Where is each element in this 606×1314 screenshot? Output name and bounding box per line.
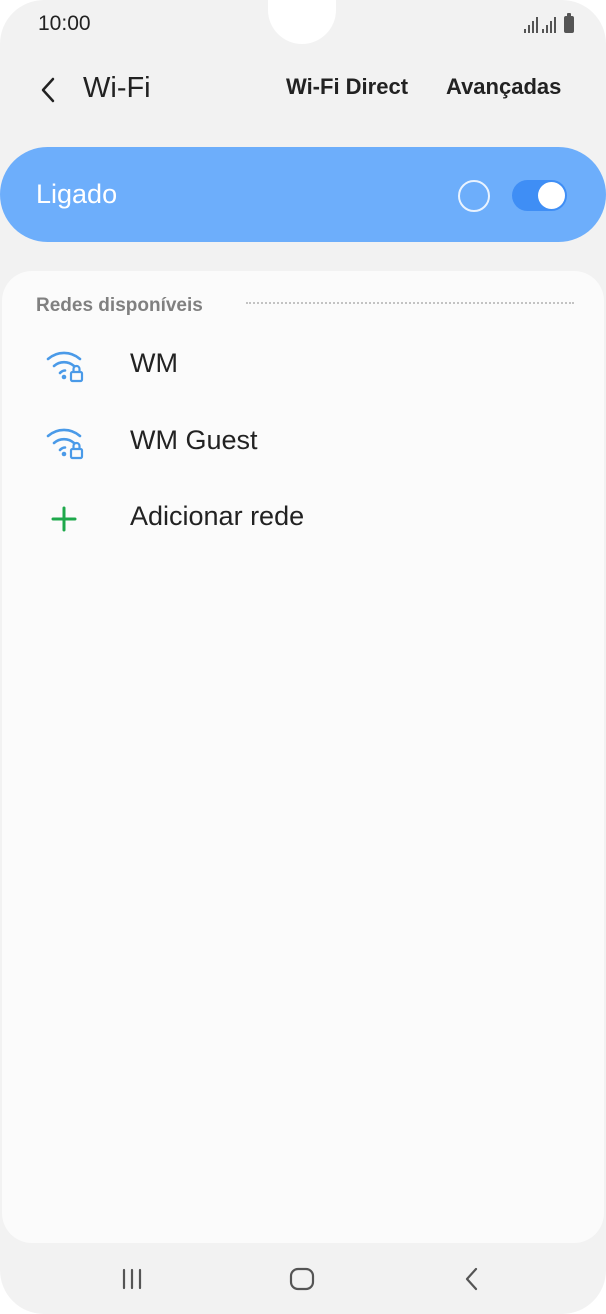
network-name: WM	[130, 348, 178, 378]
add-network-label: Adicionar rede	[130, 501, 305, 531]
switch-state-label: Ligado	[36, 179, 118, 209]
recent-apps-icon	[122, 1268, 142, 1290]
phone-screen: 10:00 Wi-Fi Wi-Fi Direct Avançadas Ligad…	[0, 0, 606, 1314]
battery-icon	[564, 13, 574, 33]
wifi-direct-button[interactable]: Wi-Fi Direct	[286, 74, 408, 100]
page-title: Wi-Fi	[83, 72, 151, 104]
signal-icon	[524, 15, 538, 33]
recent-apps-button[interactable]	[104, 1259, 160, 1299]
wifi-lock-icon	[46, 428, 84, 460]
chevron-left-icon	[41, 77, 55, 103]
network-row-wm-guest[interactable]: WM Guest	[2, 406, 604, 478]
navigation-bar	[0, 1243, 606, 1314]
toggle-knob	[538, 182, 565, 209]
back-arrow-icon	[465, 1267, 478, 1291]
status-time: 10:00	[38, 12, 91, 35]
app-bar: Wi-Fi Wi-Fi Direct Avançadas	[0, 60, 606, 120]
wifi-toggle[interactable]	[512, 180, 567, 211]
home-icon	[289, 1267, 315, 1291]
plus-icon	[51, 506, 77, 532]
networks-list: Redes disponíveis WM WM Guest Adicionar …	[2, 271, 604, 1243]
status-icons	[524, 13, 574, 33]
section-divider	[246, 302, 574, 304]
network-name: WM Guest	[130, 425, 258, 455]
circle-indicator-icon	[458, 180, 490, 212]
status-bar: 10:00	[0, 0, 606, 48]
home-button[interactable]	[274, 1259, 330, 1299]
nav-back-button[interactable]	[444, 1259, 500, 1299]
add-network-row[interactable]: Adicionar rede	[2, 482, 604, 554]
back-button[interactable]	[28, 68, 68, 112]
signal-icon-secondary	[542, 15, 556, 33]
advanced-button[interactable]: Avançadas	[446, 74, 561, 100]
network-row-wm[interactable]: WM	[2, 329, 604, 401]
wifi-lock-icon	[46, 351, 84, 383]
section-header: Redes disponíveis	[36, 295, 203, 316]
